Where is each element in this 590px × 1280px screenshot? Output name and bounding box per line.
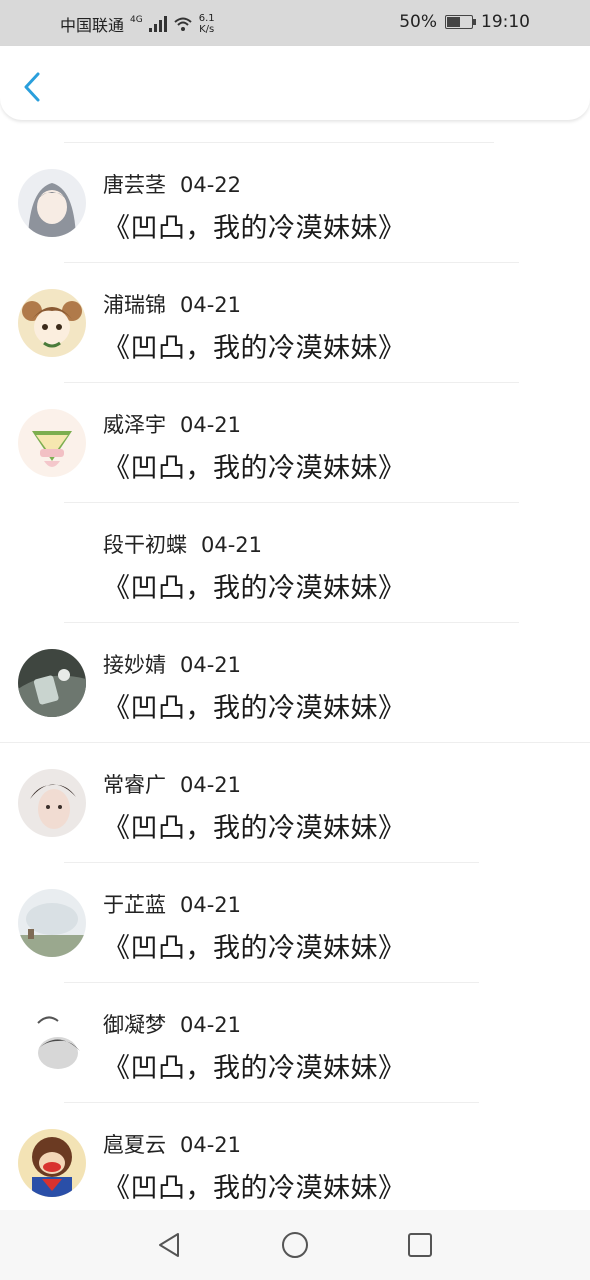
comment-date: 04-21 — [180, 293, 242, 317]
back-button[interactable] — [16, 68, 48, 106]
comment-date: 04-22 — [180, 173, 242, 197]
book-title[interactable]: 《凹凸，我的冷漠妹妹》 — [103, 206, 406, 245]
nav-home-button[interactable] — [280, 1230, 310, 1260]
speed-value: 6.1 — [198, 13, 215, 24]
author-name[interactable]: 段干初蝶 — [103, 533, 187, 557]
avatar[interactable] — [18, 1129, 86, 1197]
comment-date: 04-21 — [180, 653, 242, 677]
system-nav-bar — [0, 1210, 590, 1280]
status-right: 50% 19:10 — [399, 12, 530, 32]
list-item[interactable]: 唐芸茎 04-22 《凹凸，我的冷漠妹妹》 — [0, 143, 590, 263]
avatar[interactable] — [18, 529, 86, 597]
book-title[interactable]: 《凹凸，我的冷漠妹妹》 — [103, 566, 406, 605]
comment-date: 04-21 — [180, 893, 242, 917]
comment-date: 04-21 — [180, 1013, 242, 1037]
comment-meta: 段干初蝶 04-21 — [103, 529, 262, 559]
author-name[interactable]: 常睿广 — [103, 773, 166, 797]
battery-percent: 50% — [399, 12, 437, 32]
author-name[interactable]: 威泽宇 — [103, 413, 166, 437]
battery-icon — [445, 15, 476, 29]
list-item[interactable]: 于芷蓝 04-21 《凹凸，我的冷漠妹妹》 — [0, 863, 590, 983]
comment-meta: 常睿广 04-21 — [103, 769, 241, 799]
nav-recents-button[interactable] — [405, 1230, 435, 1260]
square-recents-icon — [408, 1233, 432, 1257]
book-title[interactable]: 《凹凸，我的冷漠妹妹》 — [103, 806, 406, 845]
status-bar: 中国联通 4G 6.1 K/s 50% 19:10 — [0, 0, 590, 46]
avatar[interactable] — [18, 1009, 86, 1077]
avatar[interactable] — [18, 769, 86, 837]
status-left: 中国联通 4G 6.1 K/s — [60, 12, 215, 36]
book-title[interactable]: 《凹凸，我的冷漠妹妹》 — [103, 1166, 406, 1205]
comment-date: 04-21 — [180, 773, 242, 797]
triangle-back-icon — [159, 1233, 179, 1257]
author-name[interactable]: 接妙婧 — [103, 653, 166, 677]
comment-meta: 御凝梦 04-21 — [103, 1009, 241, 1039]
chevron-left-icon — [24, 72, 40, 102]
signal-icon — [148, 16, 167, 32]
list-item[interactable]: 威泽宇 04-21 《凹凸，我的冷漠妹妹》 — [0, 383, 590, 503]
author-name[interactable]: 唐芸茎 — [103, 173, 166, 197]
author-name[interactable]: 浦瑞锦 — [103, 293, 166, 317]
comment-meta: 威泽宇 04-21 — [103, 409, 241, 439]
list-item[interactable]: 扈夏云 04-21 《凹凸，我的冷漠妹妹》 — [0, 1103, 590, 1223]
avatar[interactable] — [18, 649, 86, 717]
avatar[interactable] — [18, 169, 86, 237]
network-label: 4G — [130, 15, 143, 25]
comment-date: 04-21 — [180, 1133, 242, 1157]
comment-date: 04-21 — [201, 533, 263, 557]
avatar[interactable] — [18, 889, 86, 957]
nav-back-button[interactable] — [154, 1230, 184, 1260]
book-title[interactable]: 《凹凸，我的冷漠妹妹》 — [103, 326, 406, 365]
author-name[interactable]: 于芷蓝 — [103, 893, 166, 917]
book-title[interactable]: 《凹凸，我的冷漠妹妹》 — [103, 446, 406, 485]
comment-meta: 接妙婧 04-21 — [103, 649, 241, 679]
avatar[interactable] — [18, 289, 86, 357]
list-item[interactable]: 常睿广 04-21 《凹凸，我的冷漠妹妹》 — [0, 743, 590, 863]
app-header — [0, 46, 590, 120]
comment-meta: 扈夏云 04-21 — [103, 1129, 241, 1159]
network-speed: 6.1 K/s — [199, 13, 215, 35]
list-item[interactable]: 御凝梦 04-21 《凹凸，我的冷漠妹妹》 — [0, 983, 590, 1103]
author-name[interactable]: 扈夏云 — [103, 1133, 166, 1157]
comment-date: 04-21 — [180, 413, 242, 437]
author-name[interactable]: 御凝梦 — [103, 1013, 166, 1037]
book-title[interactable]: 《凹凸，我的冷漠妹妹》 — [103, 926, 406, 965]
circle-home-icon — [282, 1232, 308, 1258]
comment-meta: 唐芸茎 04-22 — [103, 169, 241, 199]
speed-unit: K/s — [199, 24, 215, 35]
clock: 19:10 — [481, 12, 530, 32]
book-title[interactable]: 《凹凸，我的冷漠妹妹》 — [103, 1046, 406, 1085]
list-item[interactable]: 段干初蝶 04-21 《凹凸，我的冷漠妹妹》 — [0, 503, 590, 623]
book-title[interactable]: 《凹凸，我的冷漠妹妹》 — [103, 686, 406, 725]
list-item[interactable]: 浦瑞锦 04-21 《凹凸，我的冷漠妹妹》 — [0, 263, 590, 383]
avatar[interactable] — [18, 409, 86, 477]
comment-meta: 浦瑞锦 04-21 — [103, 289, 241, 319]
wifi-icon — [174, 17, 192, 31]
carrier-label: 中国联通 — [60, 16, 125, 35]
comment-meta: 于芷蓝 04-21 — [103, 889, 241, 919]
list-item[interactable]: 接妙婧 04-21 《凹凸，我的冷漠妹妹》 — [0, 623, 590, 743]
